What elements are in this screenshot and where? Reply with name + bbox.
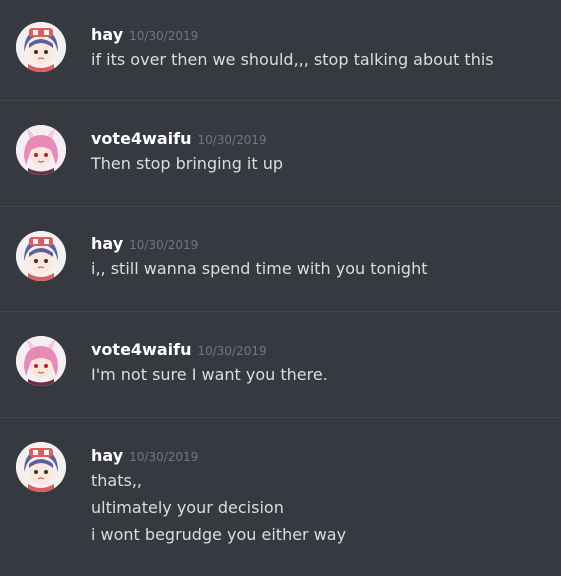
timestamp: 10/30/2019 xyxy=(129,450,199,464)
message: hay 10/30/2019 if its over then we should… xyxy=(0,0,561,100)
message: vote4waifu 10/30/2019 Then stop bringing … xyxy=(0,100,561,206)
message-header: hay 10/30/2019 xyxy=(91,24,549,46)
timestamp: 10/30/2019 xyxy=(197,133,267,147)
chat-log: hay 10/30/2019 if its over then we should… xyxy=(0,0,561,576)
message: hay 10/30/2019 i,, still wanna spend time… xyxy=(0,206,561,311)
timestamp: 10/30/2019 xyxy=(129,238,199,252)
message-text: ultimately your decision xyxy=(91,498,284,517)
timestamp: 10/30/2019 xyxy=(129,29,199,43)
message-text: i wont begrudge you either way xyxy=(91,525,347,544)
message-header: vote4waifu 10/30/2019 xyxy=(91,128,549,150)
timestamp: 10/30/2019 xyxy=(197,344,267,358)
message-header: vote4waifu 10/30/2019 xyxy=(91,339,549,361)
message-content: i,, still wanna spend time with you toni… xyxy=(91,255,549,282)
message-text: I'm not sure I want you there. xyxy=(91,365,328,384)
message-text: i,, still wanna spend time with you toni… xyxy=(91,259,428,278)
username[interactable]: vote4waifu xyxy=(91,129,191,148)
username[interactable]: hay xyxy=(91,25,123,44)
message-content: I'm not sure I want you there. xyxy=(91,361,549,388)
message-text: thats,, xyxy=(91,471,142,490)
username[interactable]: vote4waifu xyxy=(91,340,191,359)
username[interactable]: hay xyxy=(91,234,123,253)
message-content: thats,, ultimately your decision i wont … xyxy=(91,467,549,548)
user-avatar[interactable] xyxy=(16,125,66,175)
message-header: hay 10/30/2019 xyxy=(91,233,549,255)
message-header: hay 10/30/2019 xyxy=(91,445,549,467)
message: vote4waifu 10/30/2019 I'm not sure I want… xyxy=(0,311,561,417)
message: hay 10/30/2019 thats,, ultimately your de… xyxy=(0,417,561,576)
message-content: Then stop bringing it up xyxy=(91,150,549,177)
user-avatar[interactable] xyxy=(16,22,66,72)
username[interactable]: hay xyxy=(91,446,123,465)
message-text: if its over then we should,,, stop talki… xyxy=(91,50,494,69)
user-avatar[interactable] xyxy=(16,231,66,281)
user-avatar[interactable] xyxy=(16,336,66,386)
user-avatar[interactable] xyxy=(16,442,66,492)
message-text: Then stop bringing it up xyxy=(91,154,284,173)
message-content: if its over then we should,,, stop talki… xyxy=(91,46,549,73)
